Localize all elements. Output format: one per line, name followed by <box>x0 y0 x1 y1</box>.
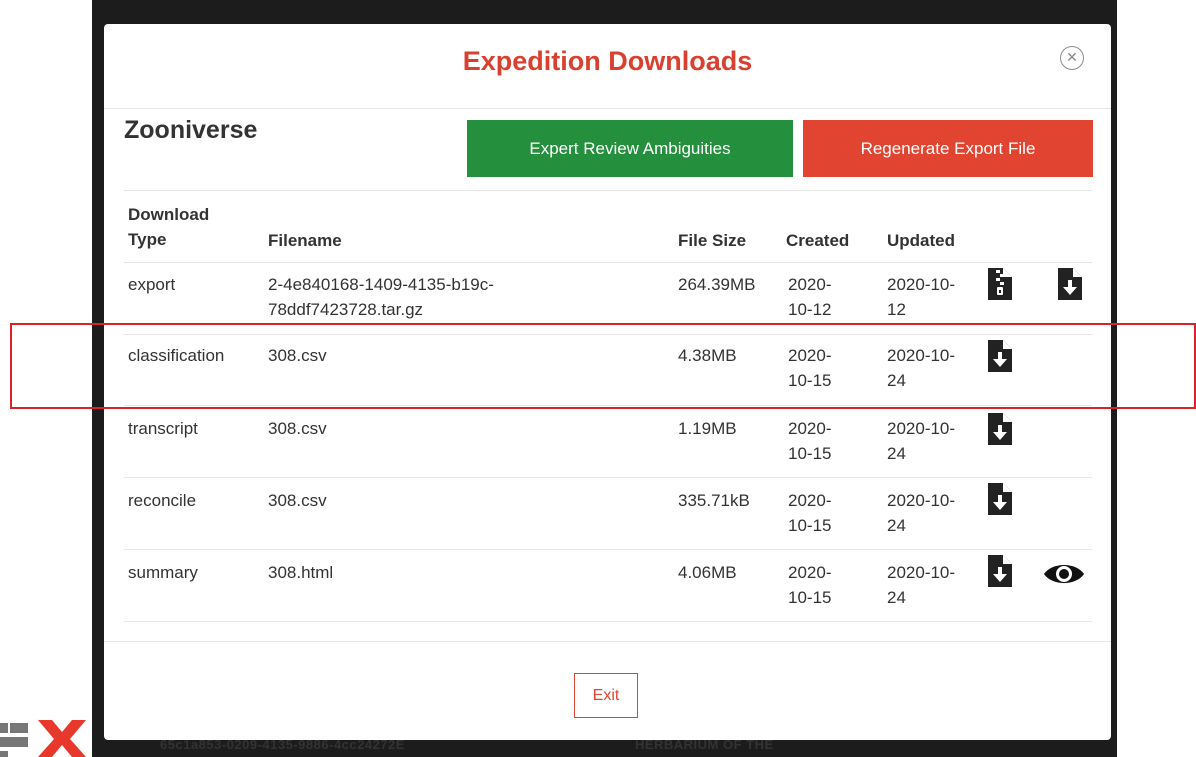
row-updated: 2020-10- 12 <box>887 275 956 319</box>
row-created: 2020- 10-15 <box>788 419 832 463</box>
highlight-box <box>10 323 1196 409</box>
row-type: transcript <box>128 419 198 438</box>
row-created: 2020- 10-15 <box>788 491 832 535</box>
row-file-size: 264.39MB <box>678 275 756 294</box>
row-updated: 2020-10- 24 <box>887 563 956 607</box>
header-updated: Updated <box>887 231 955 250</box>
project-name: Zooniverse <box>124 116 258 144</box>
download-file-icon[interactable] <box>988 555 1012 587</box>
divider <box>124 621 1092 622</box>
row-filename: 308.html <box>268 563 334 582</box>
row-type: reconcile <box>128 491 197 510</box>
divider <box>124 477 1092 478</box>
close-circle-icon[interactable]: ✕ <box>1060 46 1084 70</box>
exit-button[interactable]: Exit <box>574 673 638 718</box>
row-file-size: 1.19MB <box>678 419 737 438</box>
expert-review-button[interactable]: Expert Review Ambiguities <box>467 120 793 177</box>
brand-logo <box>0 720 86 757</box>
regenerate-export-button[interactable]: Regenerate Export File <box>803 120 1093 177</box>
row-type: summary <box>128 563 198 582</box>
header-file-size: File Size <box>678 231 747 250</box>
header-download-type: Download Type <box>128 205 210 249</box>
row-updated: 2020-10- 24 <box>887 419 956 463</box>
row-created: 2020- 10-12 <box>788 275 832 319</box>
footer-divider <box>104 641 1111 642</box>
divider <box>124 190 1092 191</box>
row-updated: 2020-10- 24 <box>887 491 956 535</box>
row-type: export <box>128 275 176 294</box>
row-filename: 2-4e840168-1409-4135-b19c- 78ddf7423728.… <box>268 275 494 319</box>
divider <box>124 549 1092 550</box>
zip-file-icon[interactable] <box>988 268 1012 300</box>
modal-title: Expedition Downloads <box>462 46 753 76</box>
download-file-icon[interactable] <box>988 483 1012 515</box>
row-filename: 308.csv <box>268 491 327 510</box>
row-file-size: 4.06MB <box>678 563 737 582</box>
row-file-size: 335.71kB <box>678 491 750 510</box>
header-created: Created <box>786 231 850 250</box>
row-created: 2020- 10-15 <box>788 563 832 607</box>
divider <box>124 262 1092 263</box>
download-file-icon[interactable] <box>1058 268 1082 300</box>
modal-header: Expedition Downloads ✕ <box>104 24 1111 109</box>
row-filename: 308.csv <box>268 419 327 438</box>
header-filename: Filename <box>268 231 342 250</box>
download-file-icon[interactable] <box>988 413 1012 445</box>
eye-icon[interactable] <box>1042 560 1086 588</box>
